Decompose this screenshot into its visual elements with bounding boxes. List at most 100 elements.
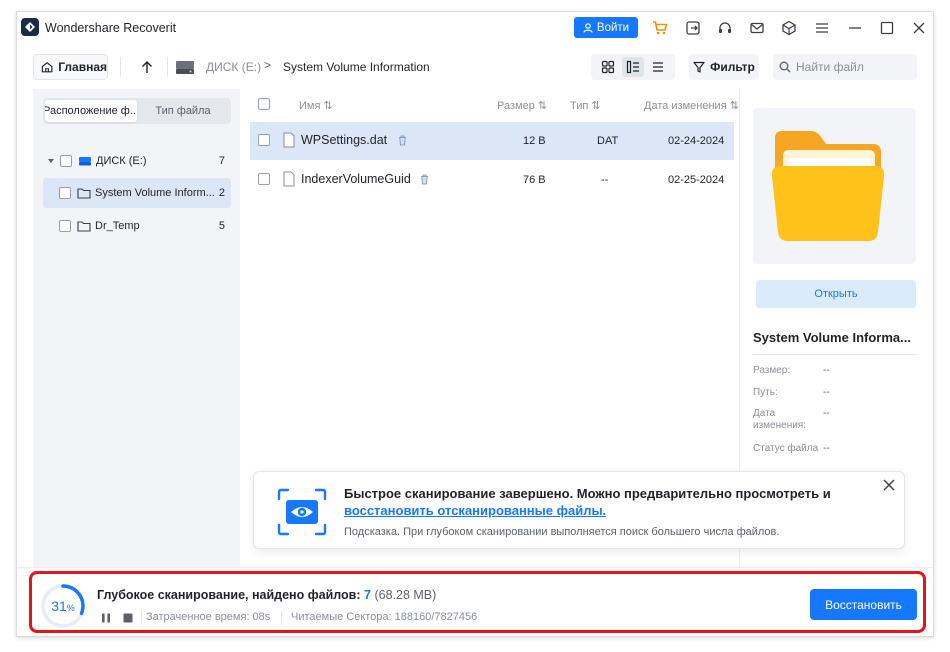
tab-file-type[interactable]: Тип файла bbox=[137, 100, 229, 122]
list-view-icon[interactable] bbox=[647, 57, 669, 77]
column-size[interactable]: Размер ⇅ bbox=[497, 99, 547, 112]
sort-icon: ⇅ bbox=[591, 100, 601, 112]
drive-icon bbox=[175, 58, 195, 76]
search-box bbox=[773, 54, 917, 80]
status-label: Статус файла bbox=[753, 443, 819, 454]
breadcrumb-folder[interactable]: System Volume Information bbox=[283, 60, 430, 74]
recoverit-logo-icon bbox=[21, 18, 39, 36]
date-value: -- bbox=[823, 408, 830, 419]
file-checkbox[interactable] bbox=[258, 173, 270, 185]
file-checkbox[interactable] bbox=[258, 134, 270, 146]
highlight-frame bbox=[29, 571, 926, 633]
column-date[interactable]: Дата изменения ⇅ bbox=[644, 99, 739, 112]
title-bar: Wondershare Recoverit Войти bbox=[17, 12, 933, 44]
column-type[interactable]: Тип ⇅ bbox=[570, 99, 601, 112]
login-button[interactable]: Войти bbox=[574, 17, 638, 38]
maximize-icon[interactable] bbox=[878, 19, 896, 37]
breadcrumb-drive[interactable]: ДИСК (E:) bbox=[206, 60, 261, 74]
home-button[interactable]: Главная bbox=[33, 54, 108, 80]
file-list-header: Имя ⇅ Размер ⇅ Тип ⇅ Дата изменения ⇅ bbox=[250, 89, 739, 119]
login-label: Войти bbox=[596, 21, 630, 34]
folder-icon bbox=[77, 188, 91, 199]
detail-view-icon[interactable] bbox=[621, 57, 644, 77]
sort-icon: ⇅ bbox=[323, 100, 333, 112]
file-icon bbox=[283, 132, 295, 148]
tree-item-count: 5 bbox=[218, 220, 225, 232]
size-label: Размер: bbox=[753, 365, 791, 376]
grid-view-icon[interactable] bbox=[597, 57, 619, 77]
file-icon bbox=[283, 171, 295, 187]
column-size-label: Размер bbox=[497, 100, 535, 112]
mail-icon[interactable] bbox=[748, 19, 766, 37]
toolbar-divider bbox=[167, 57, 168, 77]
sidebar: Расположение ф... Тип файла ДИСК (E:) 7 … bbox=[33, 89, 240, 567]
cube-icon[interactable] bbox=[780, 19, 798, 37]
file-name: WPSettings.dat bbox=[301, 133, 388, 147]
search-input[interactable] bbox=[796, 60, 906, 74]
user-icon bbox=[583, 22, 593, 33]
details-separator bbox=[753, 354, 916, 355]
tree-checkbox[interactable] bbox=[60, 155, 72, 167]
tree-item-label: System Volume Inform... bbox=[95, 187, 215, 199]
tree-item-dr-temp[interactable]: Dr_Temp 5 bbox=[43, 211, 231, 241]
column-type-label: Тип bbox=[570, 100, 589, 112]
scan-complete-toast: Быстрое сканирование завершено. Можно пр… bbox=[253, 471, 905, 549]
file-name: IndexerVolumeGuid bbox=[301, 172, 411, 186]
export-icon[interactable] bbox=[684, 19, 702, 37]
column-name-label: Имя bbox=[299, 100, 321, 112]
filter-label: Фильтр bbox=[710, 60, 755, 74]
file-date: 02-24-2024 bbox=[668, 135, 725, 147]
minimize-icon[interactable] bbox=[846, 19, 864, 37]
path-value: -- bbox=[823, 387, 830, 398]
restore-files-link[interactable]: восстановить отсканированные файлы. bbox=[344, 503, 606, 518]
tab-location[interactable]: Расположение ф... bbox=[45, 100, 137, 122]
close-icon[interactable] bbox=[882, 478, 896, 492]
toast-message: Быстрое сканирование завершено. Можно пр… bbox=[344, 486, 831, 501]
tree-checkbox[interactable] bbox=[59, 220, 71, 232]
tree-item-count: 2 bbox=[218, 187, 225, 199]
headset-icon[interactable] bbox=[716, 19, 734, 37]
path-label: Путь: bbox=[753, 387, 778, 398]
tree-item-drive[interactable]: ДИСК (E:) 7 bbox=[43, 146, 231, 176]
drive-icon bbox=[79, 157, 91, 166]
file-size: 12 B bbox=[523, 135, 546, 147]
search-icon bbox=[779, 61, 791, 73]
preview-area bbox=[753, 108, 916, 264]
column-name[interactable]: Имя ⇅ bbox=[299, 99, 333, 112]
app-title: Wondershare Recoverit bbox=[45, 21, 177, 35]
date-label: Дата изменения: bbox=[753, 408, 806, 431]
tree-item-count: 7 bbox=[218, 155, 225, 167]
toolbar-divider bbox=[120, 57, 121, 77]
arrow-up-icon bbox=[142, 61, 152, 73]
close-icon[interactable] bbox=[910, 19, 928, 37]
breadcrumb-separator: > bbox=[264, 58, 272, 72]
cart-icon[interactable] bbox=[651, 19, 669, 37]
tree-checkbox[interactable] bbox=[59, 187, 71, 199]
filter-button[interactable]: Фильтр bbox=[689, 54, 759, 80]
details-title: System Volume Informa... bbox=[753, 330, 911, 345]
up-button[interactable] bbox=[135, 55, 159, 79]
view-mode-switch bbox=[591, 54, 675, 80]
filter-icon bbox=[693, 61, 705, 73]
size-value: -- bbox=[823, 365, 830, 376]
folder-preview-icon bbox=[771, 131, 885, 241]
menu-icon[interactable] bbox=[813, 19, 831, 37]
file-row[interactable]: IndexerVolumeGuid 76 B -- 02-25-2024 bbox=[250, 161, 734, 199]
tree-item-system-volume[interactable]: System Volume Inform... 2 bbox=[43, 178, 231, 208]
file-row[interactable]: WPSettings.dat 12 B DAT 02-24-2024 bbox=[250, 122, 734, 160]
file-date: 02-25-2024 bbox=[668, 174, 725, 186]
caret-down-icon bbox=[48, 159, 54, 163]
toast-hint: Подсказка. При глубоком сканировании вып… bbox=[344, 526, 780, 538]
recycle-bin-icon bbox=[399, 135, 406, 146]
recycle-bin-icon bbox=[421, 174, 428, 185]
open-button[interactable]: Открыть bbox=[756, 280, 916, 308]
folder-icon bbox=[77, 221, 91, 232]
sort-icon: ⇅ bbox=[729, 100, 739, 112]
status-value: -- bbox=[823, 443, 830, 454]
select-all-checkbox[interactable] bbox=[258, 98, 270, 110]
file-size: 76 B bbox=[523, 174, 546, 186]
file-type: -- bbox=[601, 174, 609, 186]
home-icon bbox=[41, 62, 53, 73]
sort-icon: ⇅ bbox=[537, 100, 548, 112]
home-label: Главная bbox=[58, 60, 107, 74]
